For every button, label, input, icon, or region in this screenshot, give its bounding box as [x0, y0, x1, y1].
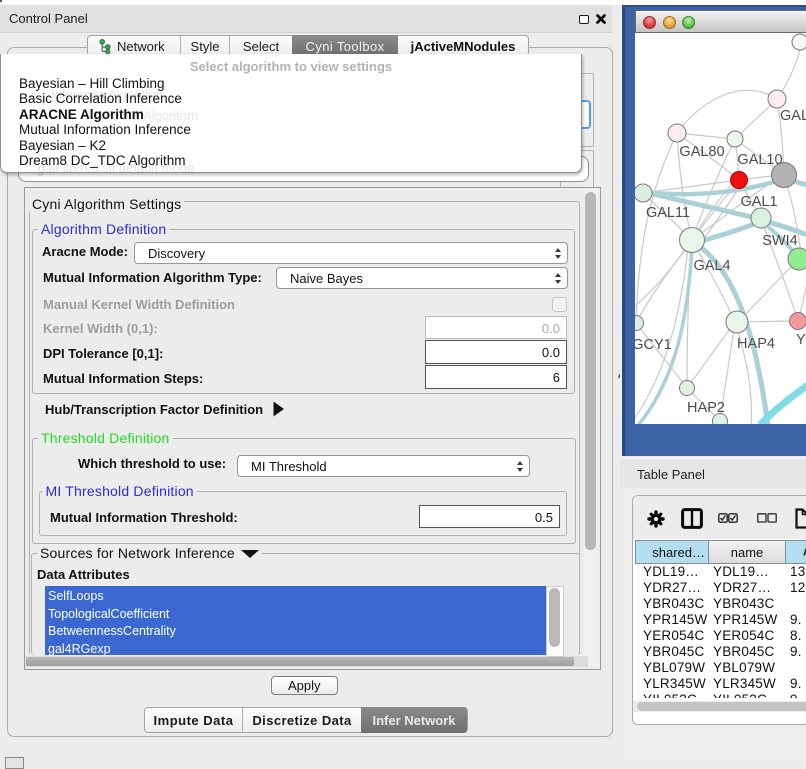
- svg-text:Y: Y: [796, 332, 806, 348]
- svg-text:GAL7: GAL7: [780, 108, 806, 124]
- svg-text:GAL80: GAL80: [679, 144, 724, 160]
- svg-text:GAL11: GAL11: [646, 205, 690, 221]
- svg-text:SWI4: SWI4: [762, 233, 797, 249]
- svg-text:GAL4: GAL4: [693, 258, 730, 274]
- svg-text:HAP2: HAP2: [687, 400, 725, 416]
- svg-text:GCY1: GCY1: [635, 337, 672, 353]
- svg-text:GAL1: GAL1: [740, 194, 777, 210]
- svg-text:GAL10: GAL10: [737, 152, 782, 168]
- svg-text:HAP4: HAP4: [737, 336, 775, 352]
